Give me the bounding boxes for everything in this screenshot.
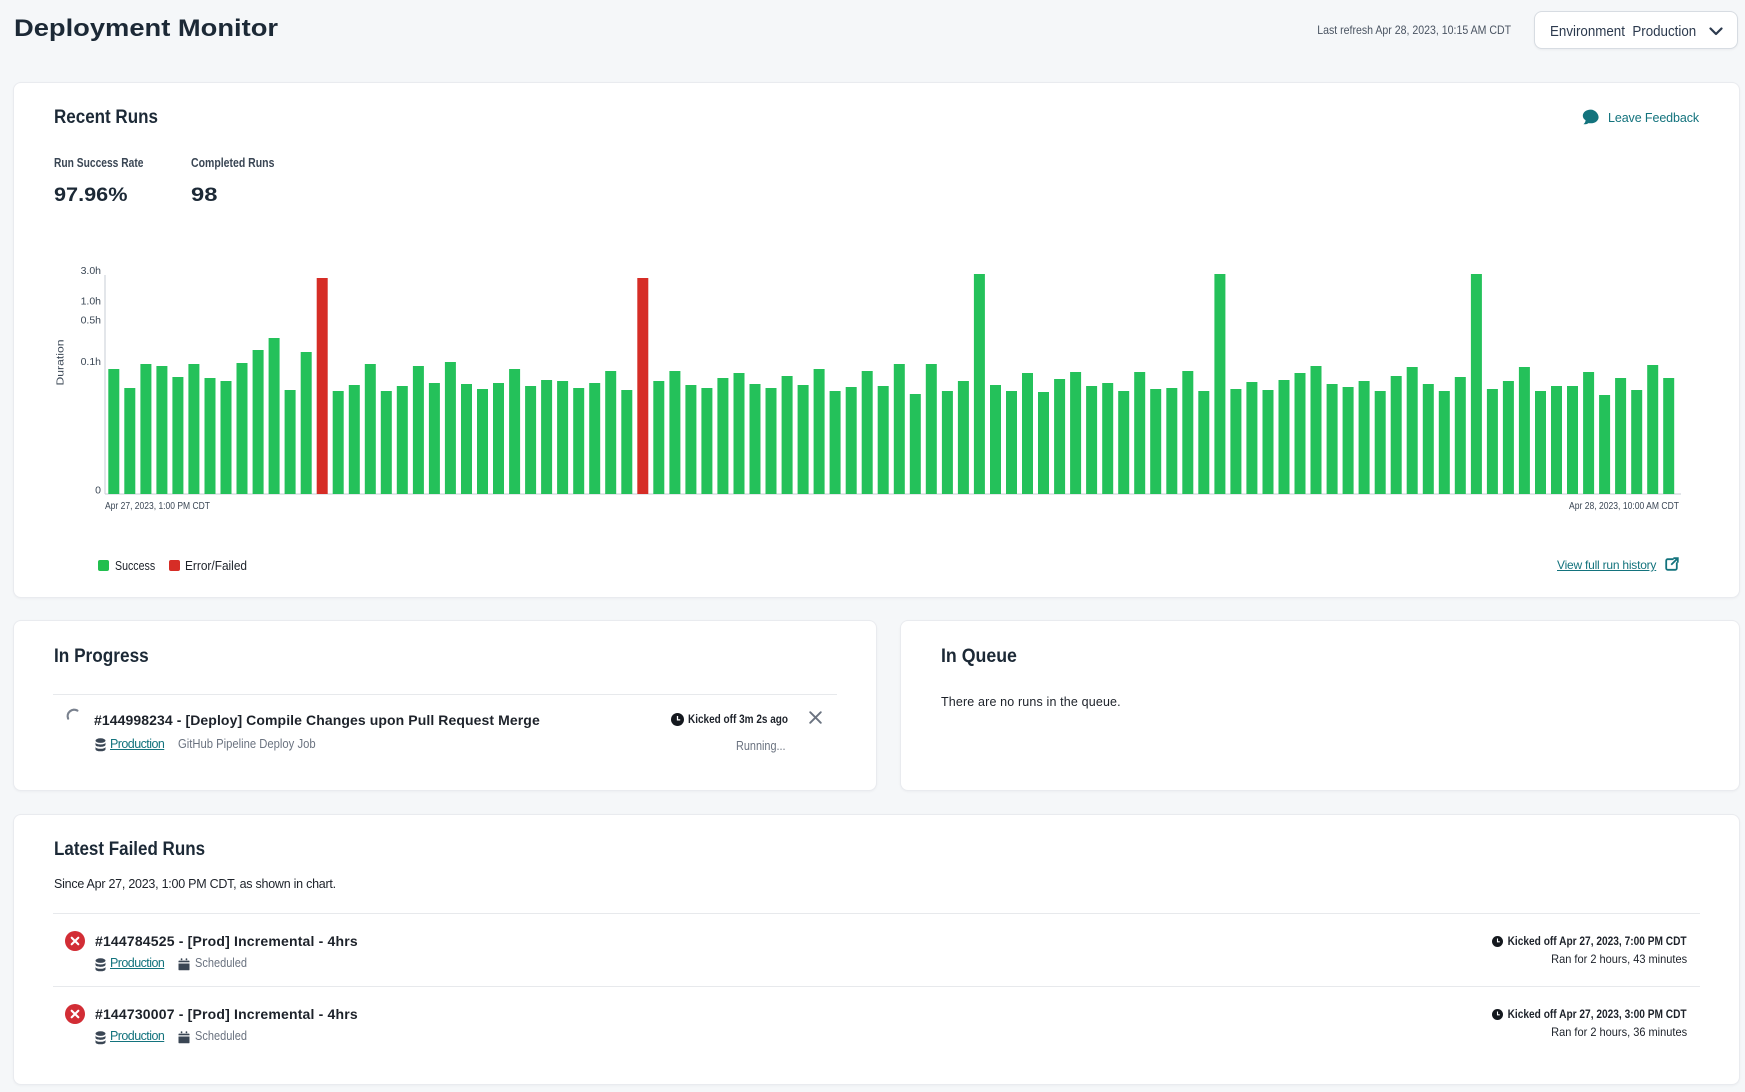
svg-text:0.1h: 0.1h [81,356,102,368]
svg-text:3.0h: 3.0h [81,265,102,277]
svg-text:Apr 27, 2023, 1:00 PM CDT: Apr 27, 2023, 1:00 PM CDT [105,501,210,512]
svg-text:Apr 28, 2023, 10:00 AM CDT: Apr 28, 2023, 10:00 AM CDT [1569,501,1679,512]
svg-text:Duration: Duration [55,339,67,385]
svg-text:1.0h: 1.0h [81,296,102,308]
svg-text:0: 0 [95,485,101,497]
svg-text:0.5h: 0.5h [81,315,102,327]
